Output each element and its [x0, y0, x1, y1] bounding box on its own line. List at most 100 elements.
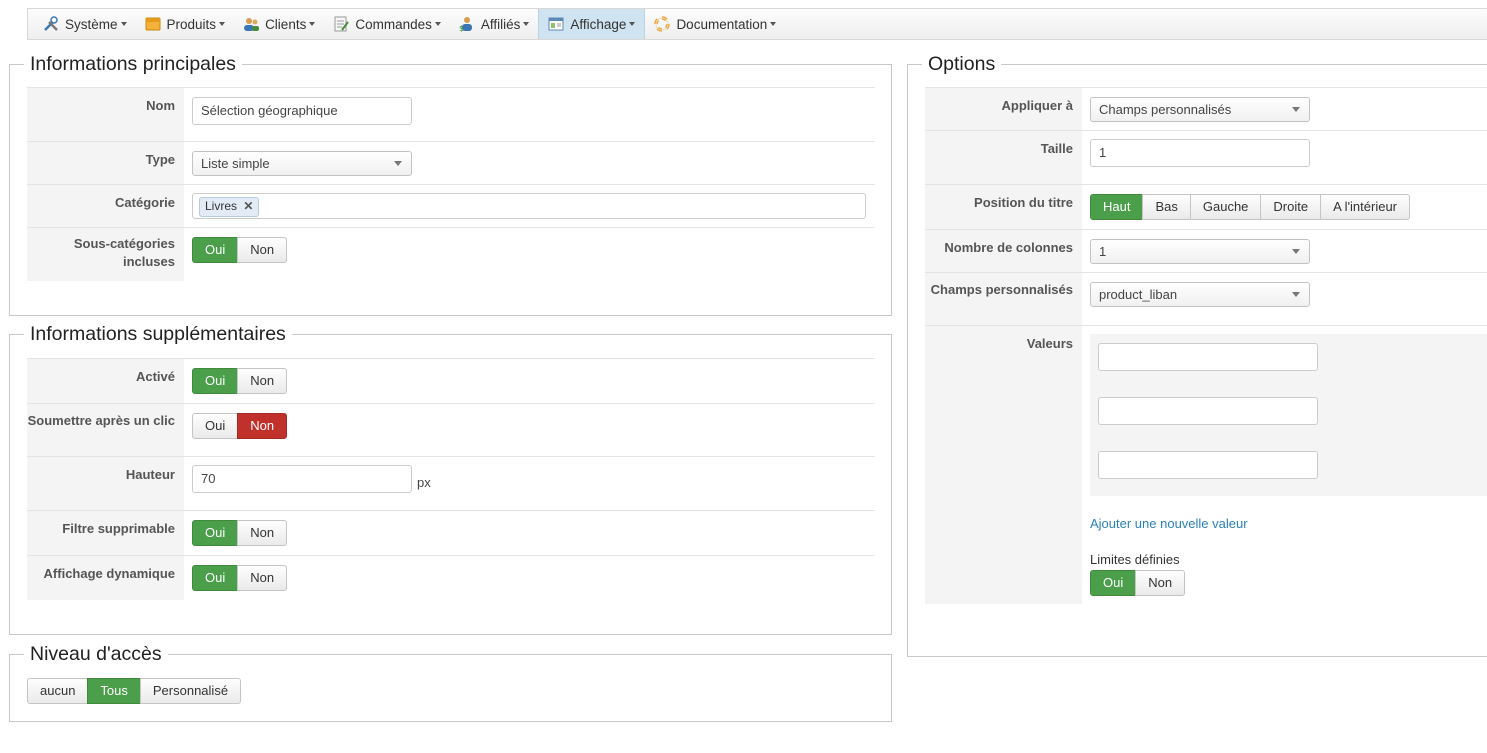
- position-haut-button[interactable]: Haut: [1090, 194, 1144, 220]
- dyn-oui-button[interactable]: Oui: [192, 565, 239, 591]
- row-nom: Nom Sélection géographique: [27, 87, 875, 141]
- row-colonnes: Nombre de colonnes 1: [925, 229, 1487, 272]
- chevron-down-icon: [1292, 107, 1300, 112]
- position-gauche-button[interactable]: Gauche: [1189, 194, 1262, 220]
- filtre-non-button[interactable]: Non: [237, 520, 288, 546]
- hauteur-input[interactable]: 70: [192, 465, 412, 493]
- soumettre-oui-button[interactable]: Oui: [192, 413, 239, 439]
- colonnes-select[interactable]: 1: [1090, 239, 1310, 264]
- type-select-value: Liste simple: [201, 156, 270, 171]
- chevron-down-icon: [629, 22, 636, 26]
- dyn-toggle: Oui Non: [192, 565, 288, 591]
- row-categorie: Catégorie Livres ✕: [27, 184, 875, 227]
- row-taille: Taille 1: [925, 130, 1487, 184]
- box-icon: [145, 16, 161, 32]
- fieldset-access: Niveau d'accès aucun Tous Personnalisé: [9, 642, 892, 722]
- position-droite-button[interactable]: Droite: [1260, 194, 1322, 220]
- access-personnalise-button[interactable]: Personnalisé: [139, 678, 242, 704]
- champs-select[interactable]: product_liban: [1090, 282, 1310, 307]
- label-categorie: Catégorie: [27, 185, 184, 227]
- chevron-down-icon: [309, 22, 316, 26]
- nom-input[interactable]: Sélection géographique: [192, 97, 412, 125]
- active-non-button[interactable]: Non: [237, 368, 288, 394]
- valeur-input[interactable]: [1098, 343, 1318, 371]
- lifebuoy-icon: [654, 16, 671, 32]
- souscat-oui-button[interactable]: Oui: [192, 237, 239, 263]
- chevron-down-icon: [120, 22, 127, 26]
- access-aucun-button[interactable]: aucun: [27, 678, 89, 704]
- menu-systeme[interactable]: Système: [34, 9, 136, 39]
- menu-commandes-label: Commandes: [355, 16, 432, 32]
- type-select[interactable]: Liste simple: [192, 151, 412, 176]
- row-valeurs: Valeurs Ajouter une nouvelle valeur Limi…: [925, 325, 1487, 604]
- row-position: Position du titre Haut Bas Gauche Droite…: [925, 184, 1487, 229]
- dyn-non-button[interactable]: Non: [237, 565, 288, 591]
- access-tous-button[interactable]: Tous: [87, 678, 141, 704]
- menu-produits[interactable]: Produits: [136, 9, 235, 39]
- row-champs: Champs personnalisés product_liban: [925, 272, 1487, 325]
- menu-documentation[interactable]: Documentation: [645, 9, 785, 39]
- chevron-down-icon: [770, 22, 777, 26]
- access-level-group: aucun Tous Personnalisé: [27, 678, 242, 704]
- fieldset-access-legend: Niveau d'accès: [24, 642, 168, 666]
- soumettre-non-button[interactable]: Non: [237, 413, 288, 439]
- taille-input[interactable]: 1: [1090, 139, 1310, 167]
- limites-non-button[interactable]: Non: [1135, 570, 1186, 596]
- menu-affilies[interactable]: $ Affiliés: [450, 9, 539, 39]
- chevron-down-icon: [434, 22, 441, 26]
- orders-icon: [333, 16, 350, 32]
- active-oui-button[interactable]: Oui: [192, 368, 239, 394]
- chevron-down-icon: [219, 22, 226, 26]
- position-bas-button[interactable]: Bas: [1142, 194, 1191, 220]
- chevron-down-icon: [523, 22, 530, 26]
- fieldset-main: Informations principales Nom Sélection g…: [9, 52, 892, 316]
- valeur-input[interactable]: [1098, 451, 1318, 479]
- label-nom: Nom: [27, 88, 184, 141]
- row-filtre: Filtre supprimable Oui Non: [27, 510, 875, 555]
- position-titre-group: Haut Bas Gauche Droite A l'intérieur: [1090, 194, 1411, 220]
- limites-toggle: Oui Non: [1090, 570, 1186, 596]
- limites-oui-button[interactable]: Oui: [1090, 570, 1137, 596]
- label-type: Type: [27, 142, 184, 184]
- souscat-non-button[interactable]: Non: [237, 237, 288, 263]
- colonnes-select-value: 1: [1099, 244, 1107, 259]
- label-souscat: Sous-catégories incluses: [27, 228, 184, 281]
- row-type: Type Liste simple: [27, 141, 875, 184]
- label-filtre: Filtre supprimable: [27, 511, 184, 555]
- row-active: Activé Oui Non: [27, 358, 875, 403]
- menu-affichage[interactable]: Affichage: [538, 9, 646, 39]
- chevron-down-icon: [394, 161, 402, 166]
- fieldset-options-legend: Options: [922, 52, 1002, 76]
- display-icon: [548, 16, 564, 32]
- valeur-input[interactable]: [1098, 397, 1318, 425]
- close-icon[interactable]: ✕: [243, 199, 253, 213]
- hauteur-unit: px: [417, 475, 431, 490]
- fieldset-extra: Informations supplémentaires Activé Oui …: [9, 322, 892, 635]
- filtre-toggle: Oui Non: [192, 520, 288, 546]
- tag-livres-label: Livres: [205, 199, 238, 213]
- fieldset-main-legend: Informations principales: [24, 52, 242, 76]
- tools-icon: [43, 16, 59, 32]
- menu-clients[interactable]: Clients: [234, 9, 324, 39]
- label-active: Activé: [27, 359, 184, 403]
- categorie-tag-input[interactable]: Livres ✕: [192, 193, 866, 219]
- tag-livres: Livres ✕: [199, 197, 260, 217]
- fieldset-options: Options Appliquer à Champs personnalisés…: [907, 52, 1487, 657]
- row-souscat: Sous-catégories incluses Oui Non: [27, 227, 875, 281]
- filtre-oui-button[interactable]: Oui: [192, 520, 239, 546]
- top-menubar: Système Produits Clients Commandes $ Aff…: [27, 8, 1487, 40]
- appliquer-select[interactable]: Champs personnalisés: [1090, 97, 1310, 122]
- add-value-link[interactable]: Ajouter une nouvelle valeur: [1090, 516, 1248, 531]
- menu-commandes[interactable]: Commandes: [324, 9, 450, 39]
- label-valeurs: Valeurs: [925, 326, 1082, 604]
- menu-affilies-label: Affiliés: [480, 16, 521, 32]
- position-interieur-button[interactable]: A l'intérieur: [1320, 194, 1411, 220]
- appliquer-select-value: Champs personnalisés: [1099, 102, 1232, 117]
- row-hauteur: Hauteur 70 px: [27, 456, 875, 510]
- valeur-row: [1090, 334, 1487, 389]
- champs-select-value: product_liban: [1099, 287, 1178, 302]
- menu-affichage-label: Affichage: [570, 16, 627, 32]
- chevron-down-icon: [1292, 249, 1300, 254]
- soumettre-toggle: Oui Non: [192, 413, 288, 439]
- label-taille: Taille: [925, 131, 1082, 184]
